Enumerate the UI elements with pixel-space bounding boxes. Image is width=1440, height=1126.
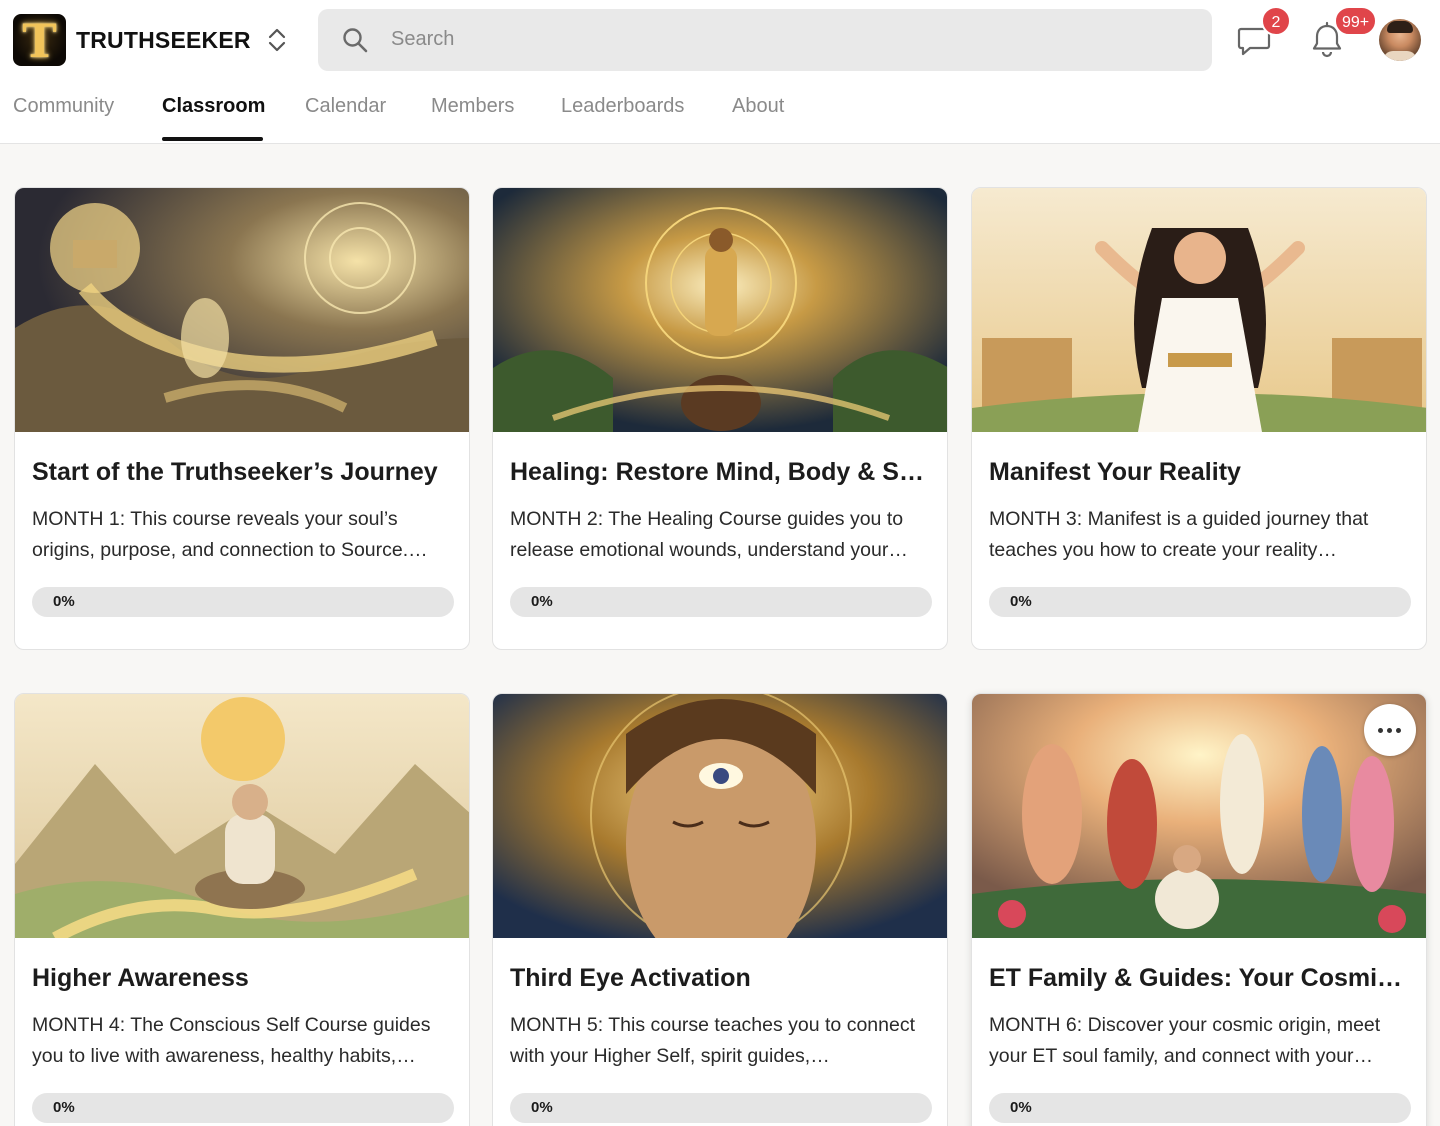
course-description: MONTH 4: The Conscious Self Course guide… [32, 1014, 431, 1067]
progress-label: 0% [531, 593, 553, 610]
progress-label: 0% [531, 1099, 553, 1116]
course-progress-bar: 0% [32, 587, 454, 617]
course-card[interactable]: Manifest Your Reality MONTH 3: Manifest … [971, 187, 1427, 650]
top-header: T TRUTHSEEKER Search 2 99+ Community Cla… [0, 0, 1440, 144]
course-description: MONTH 3: Manifest is a guided journey th… [989, 508, 1369, 561]
course-progress-bar: 0% [989, 1093, 1411, 1123]
course-card[interactable]: Start of the Truthseeker’s Journey MONTH… [14, 187, 470, 650]
course-title: Healing: Restore Mind, Body & Soul [510, 458, 930, 486]
tab-community[interactable]: Community [13, 95, 114, 118]
tab-calendar[interactable]: Calendar [305, 95, 386, 118]
search-icon [343, 28, 368, 53]
progress-label: 0% [53, 1099, 75, 1116]
course-description: MONTH 2: The Healing Course guides you t… [510, 508, 908, 561]
course-title: ET Family & Guides: Your Cosmic … [989, 964, 1409, 992]
course-description: MONTH 6: Discover your cosmic origin, me… [989, 1014, 1381, 1067]
course-progress-bar: 0% [32, 1093, 454, 1123]
logo-letter: T [22, 14, 57, 66]
community-logo[interactable]: T [13, 14, 66, 66]
course-title: Third Eye Activation [510, 964, 751, 992]
tab-members[interactable]: Members [431, 95, 514, 118]
chat-badge: 2 [1261, 6, 1291, 36]
community-name[interactable]: TRUTHSEEKER [76, 27, 251, 54]
course-cover-image [15, 188, 469, 432]
course-cover-image [493, 188, 947, 432]
course-progress-bar: 0% [989, 587, 1411, 617]
search-placeholder: Search [391, 28, 455, 50]
course-title: Higher Awareness [32, 964, 249, 992]
progress-label: 0% [53, 593, 75, 610]
course-progress-bar: 0% [510, 1093, 932, 1123]
course-description: MONTH 1: This course reveals your soul’s… [32, 508, 428, 561]
tab-classroom[interactable]: Classroom [162, 95, 265, 118]
course-progress-bar: 0% [510, 587, 932, 617]
course-title: Manifest Your Reality [989, 458, 1241, 486]
more-options-button[interactable] [1364, 704, 1416, 756]
notifications-badge: 99+ [1334, 6, 1378, 36]
course-cover-image [972, 694, 1426, 938]
course-cover-image [493, 694, 947, 938]
user-avatar[interactable] [1379, 19, 1421, 61]
course-cover-image [972, 188, 1426, 432]
progress-label: 0% [1010, 593, 1032, 610]
course-card[interactable]: ET Family & Guides: Your Cosmic … MONTH … [971, 693, 1427, 1126]
progress-label: 0% [1010, 1099, 1032, 1116]
course-card[interactable]: Third Eye Activation MONTH 5: This cours… [492, 693, 948, 1126]
tab-about[interactable]: About [732, 95, 784, 118]
course-cover-image [15, 694, 469, 938]
chevron-up-down-icon[interactable] [264, 26, 290, 54]
course-card[interactable]: Healing: Restore Mind, Body & Soul MONTH… [492, 187, 948, 650]
search-input[interactable]: Search [318, 9, 1212, 71]
active-tab-indicator [162, 137, 263, 141]
course-description: MONTH 5: This course teaches you to conn… [510, 1014, 915, 1067]
course-card[interactable]: Higher Awareness MONTH 4: The Conscious … [14, 693, 470, 1126]
course-title: Start of the Truthseeker’s Journey [32, 458, 438, 486]
tab-leaderboards[interactable]: Leaderboards [561, 95, 684, 118]
